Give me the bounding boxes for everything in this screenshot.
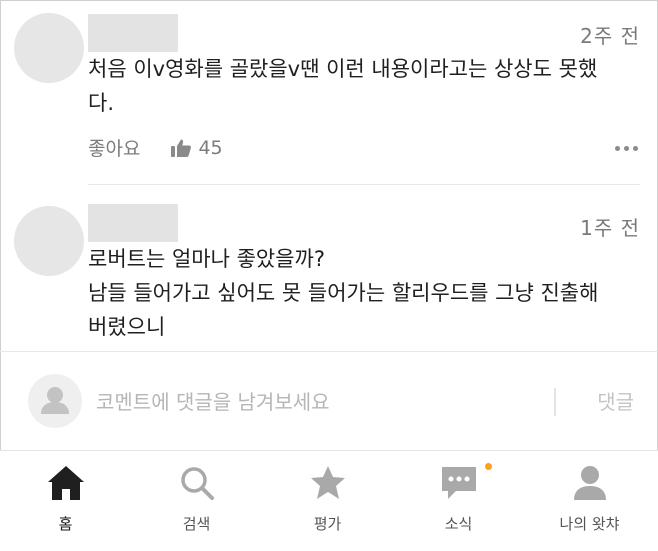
tab-my-watcha[interactable]: 나의 왓챠 xyxy=(524,451,655,551)
reply-input[interactable]: 코멘트에 댓글을 남겨보세요 xyxy=(96,386,330,415)
comment-item: 2주 전 처음 이v영화를 골랐을v땐 이런 내용이라고는 상상도 못했 다. … xyxy=(0,0,658,185)
person-icon xyxy=(41,387,69,414)
divider xyxy=(88,184,640,185)
my-avatar xyxy=(28,374,82,428)
tab-search[interactable]: 검색 xyxy=(131,451,262,551)
tab-rate[interactable]: 평가 xyxy=(262,451,393,551)
redacted-username[interactable] xyxy=(88,204,178,242)
tab-label: 평가 xyxy=(313,515,342,533)
tab-home[interactable]: 홈 xyxy=(0,451,131,551)
separator xyxy=(554,388,556,416)
comment-actions: 좋아요 45 xyxy=(88,134,223,161)
like-count-value: 45 xyxy=(198,136,223,159)
comment-text: 처음 이v영화를 골랐을v땐 이런 내용이라고는 상상도 못했 다. xyxy=(88,57,598,115)
like-count[interactable]: 45 xyxy=(170,136,223,159)
search-icon xyxy=(180,467,214,500)
avatar[interactable] xyxy=(14,13,84,83)
reply-submit-button[interactable]: 댓글 xyxy=(597,386,634,415)
more-options-icon[interactable] xyxy=(615,146,638,151)
notification-badge xyxy=(485,463,492,470)
thumbs-up-icon xyxy=(171,139,192,157)
home-icon xyxy=(47,466,84,500)
star-icon xyxy=(310,466,345,499)
like-button[interactable]: 좋아요 xyxy=(88,134,140,161)
redacted-username[interactable] xyxy=(88,14,178,52)
tab-label: 홈 xyxy=(58,515,73,533)
tab-label: 검색 xyxy=(182,515,211,533)
comment-time: 1주 전 xyxy=(580,216,640,240)
comment-item: 1주 전 로버트는 얼마나 좋았을까? 남들 들어가고 싶어도 못 들어가는 할… xyxy=(0,186,658,351)
person-icon xyxy=(573,466,606,500)
tab-news[interactable]: 소식 xyxy=(393,451,524,551)
bottom-tab-bar: 홈 검색 평가 소식 나의 왓챠 xyxy=(0,450,658,551)
chat-icon xyxy=(441,467,476,499)
comment-time: 2주 전 xyxy=(580,24,640,48)
avatar[interactable] xyxy=(14,206,84,276)
tab-label: 소식 xyxy=(444,515,473,533)
comment-text: 로버트는 얼마나 좋았을까? 남들 들어가고 싶어도 못 들어가는 할리우드를 … xyxy=(88,247,599,339)
reply-bar: 코멘트에 댓글을 남겨보세요 댓글 xyxy=(0,352,658,450)
tab-label: 나의 왓챠 xyxy=(559,515,620,533)
